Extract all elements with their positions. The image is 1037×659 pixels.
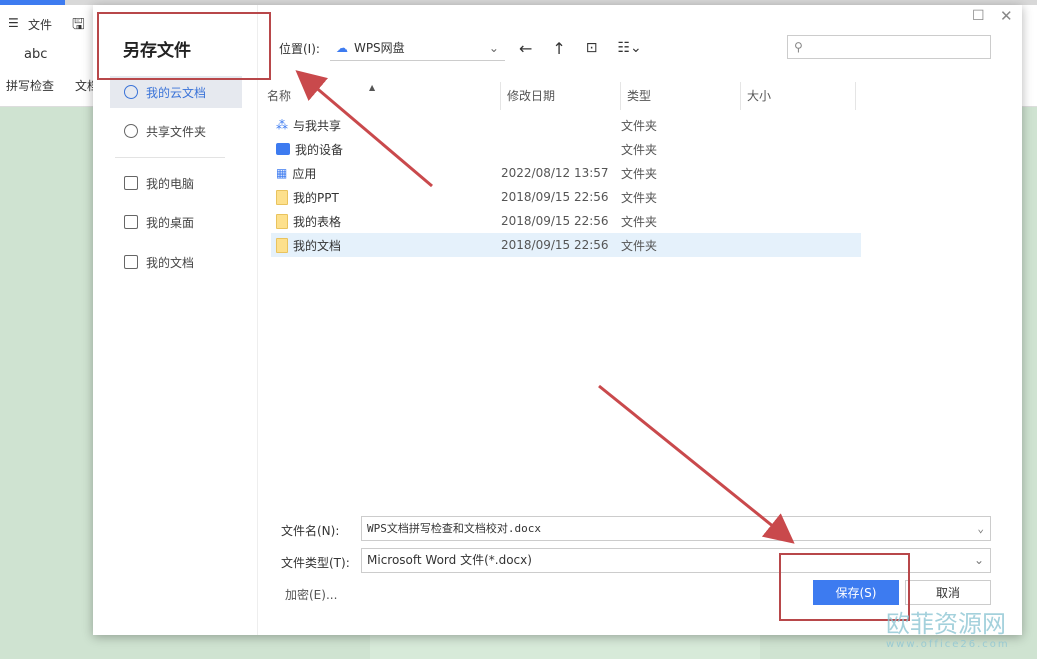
desktop-icon [124,215,138,229]
apps-icon: ▦ [276,166,288,180]
filename-label: 文件名(N): [281,524,340,538]
menu-icon[interactable]: ☰ [8,16,19,30]
file-name: 我的PPT [293,190,339,205]
location-label: 位置(I): [279,41,320,56]
file-date: 2022/08/12 13:57 [501,166,609,180]
computer-icon [124,176,138,190]
search-input[interactable]: ⚲ [787,35,991,59]
file-date: 2018/09/15 22:56 [501,238,609,252]
spell-check-icon: abc [24,47,48,62]
sidebar-item-label: 我的电脑 [146,176,195,191]
maximize-icon[interactable]: ☐ [972,8,985,24]
cancel-button[interactable]: 取消 [905,580,991,605]
file-date: 2018/09/15 22:56 [501,190,609,204]
column-type[interactable]: 类型 [621,82,741,110]
list-item[interactable]: 我的文档 2018/09/15 22:56 文件夹 [271,233,861,257]
list-item[interactable]: ⁂ 与我共享 文件夹 [271,113,861,137]
folder-icon [276,189,288,205]
up-icon[interactable]: ↑ [552,39,565,58]
file-list-header: 名称 ▲ 修改日期 类型 大小 [261,82,861,110]
file-type: 文件夹 [621,190,658,205]
close-icon[interactable]: ✕ [1000,7,1013,25]
back-icon[interactable]: ← [519,39,532,58]
file-menu[interactable]: 文件 [28,16,52,33]
sidebar-item-label: 我的云文档 [146,85,207,100]
share-folder-icon [124,124,138,138]
annotation-box-title [97,12,271,80]
chevron-down-icon[interactable]: ⌄ [977,517,984,540]
cloud-icon: ☁ [335,40,348,55]
file-type: 文件夹 [621,142,658,157]
chevron-down-icon: ⌄ [488,40,499,55]
sidebar-item-cloud-docs[interactable]: 我的云文档 [110,76,242,108]
list-item[interactable]: 我的表格 2018/09/15 22:56 文件夹 [271,209,861,233]
file-type: 文件夹 [621,238,658,253]
file-type: 文件夹 [621,166,658,181]
view-mode-icon[interactable]: ☷⌄ [618,40,642,56]
file-name: 我的设备 [295,142,344,157]
location-dropdown[interactable]: ☁ WPS网盘 ⌄ [329,35,505,61]
watermark-text: 欧菲资源网 [886,610,1006,638]
spell-check-button[interactable]: 拼写检查 [6,77,54,94]
file-name: 我的表格 [293,214,342,229]
filetype-value: Microsoft Word 文件(*.docx) [367,553,532,567]
location-value: WPS网盘 [353,41,405,55]
folder-icon [276,237,288,253]
nav-toolbar: 位置(I): ☁ WPS网盘 ⌄ ← ↑ ⊡ ☷⌄ [279,35,642,61]
sidebar-item-desktop[interactable]: 我的桌面 [110,206,242,238]
sidebar-divider [115,157,225,158]
file-list: ⁂ 与我共享 文件夹 我的设备 文件夹 ▦ 应用 2022/08/12 13:57 文件夹 … [271,113,861,257]
watermark-url: www.office26.com [886,639,1010,650]
sidebar-item-computer[interactable]: 我的电脑 [110,167,242,199]
sort-asc-icon: ▲ [369,83,376,92]
column-date[interactable]: 修改日期 [501,82,621,110]
file-name: 与我共享 [293,118,342,133]
cloud-doc-icon [124,85,138,99]
save-icon[interactable]: 🖫 [72,14,85,39]
sidebar-item-documents[interactable]: 我的文档 [110,246,242,278]
chevron-down-icon[interactable]: ⌄ [974,549,984,572]
sidebar-item-shared-folder[interactable]: 共享文件夹 [110,115,242,147]
filetype-label: 文件类型(T): [281,556,350,570]
sidebar: 另存文件 我的云文档 共享文件夹 我的电脑 我的桌面 我的文档 [93,5,258,635]
new-folder-icon[interactable]: ⊡ [586,40,598,56]
sidebar-item-label: 我的文档 [146,255,195,270]
device-icon [276,143,290,155]
filename-input[interactable]: WPS文档拼写检查和文档校对.docx ⌄ [361,516,991,541]
column-size[interactable]: 大小 [741,82,856,110]
column-name[interactable]: 名称 ▲ [261,82,501,110]
file-date: 2018/09/15 22:56 [501,214,609,228]
list-item[interactable]: 我的设备 文件夹 [271,137,861,161]
sidebar-item-label: 我的桌面 [146,215,195,230]
list-item[interactable]: ▦ 应用 2022/08/12 13:57 文件夹 [271,161,861,185]
share-icon: ⁂ [276,118,288,132]
documents-icon [124,255,138,269]
file-name: 应用 [292,166,317,181]
file-type: 文件夹 [621,214,658,229]
file-name: 我的文档 [293,238,342,253]
watermark: 欧菲资源网 www.office26.com [838,604,1010,650]
search-icon: ⚲ [794,40,803,54]
encrypt-link[interactable]: 加密(E)... [285,586,337,603]
folder-icon [276,213,288,229]
filename-value: WPS文档拼写检查和文档校对.docx [367,522,541,535]
file-type: 文件夹 [621,118,658,133]
list-item[interactable]: 我的PPT 2018/09/15 22:56 文件夹 [271,185,861,209]
column-label: 名称 [267,89,292,103]
save-as-dialog: ☐ ✕ 另存文件 我的云文档 共享文件夹 我的电脑 我的桌面 我的文档 位置(I… [93,5,1022,635]
sidebar-item-label: 共享文件夹 [146,124,207,139]
